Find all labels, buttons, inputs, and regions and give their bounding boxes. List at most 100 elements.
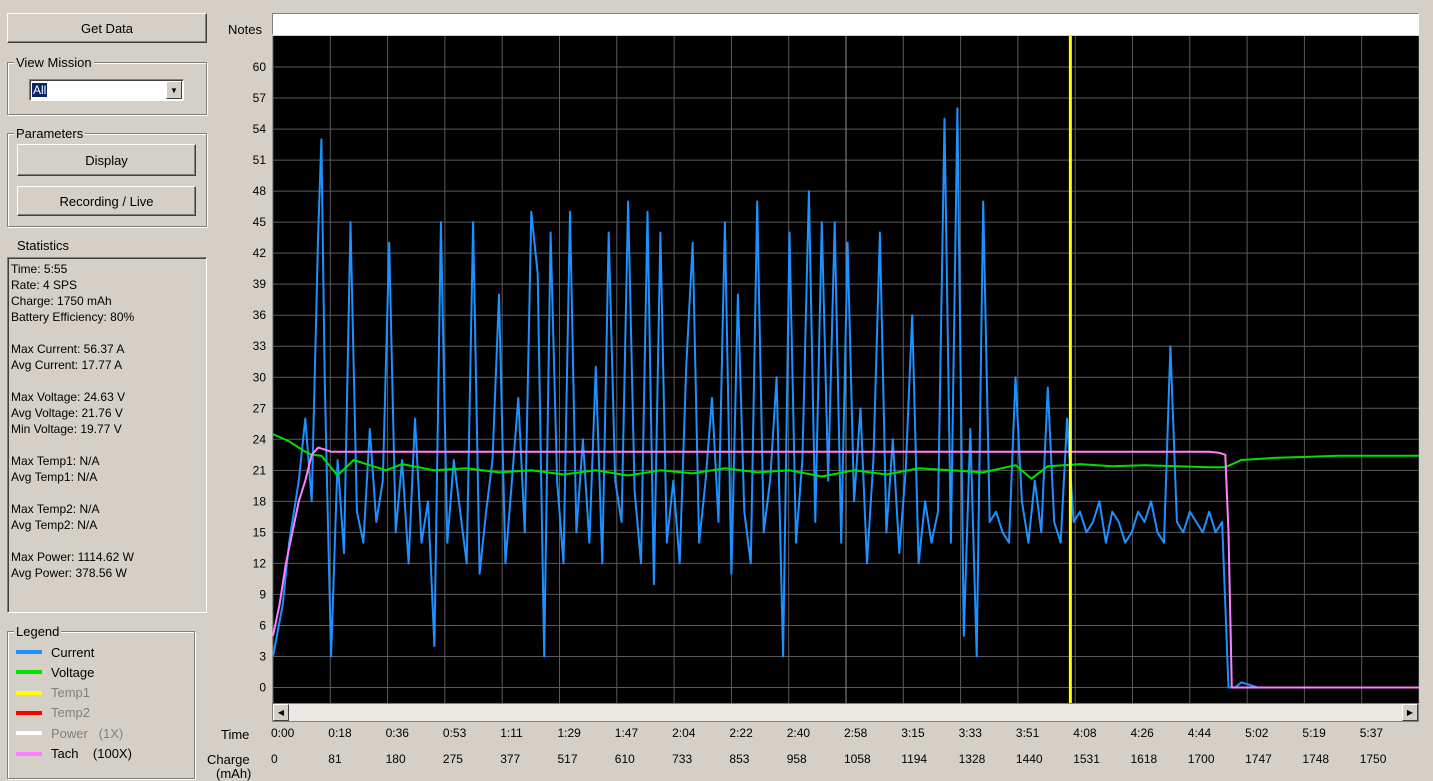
charge-tick-label: 1328 xyxy=(958,752,986,766)
y-tick-label: 45 xyxy=(253,215,267,229)
legend-item-label: Power (1X) xyxy=(51,725,124,741)
legend-item-label: Current xyxy=(51,644,95,660)
charge-tick-label: 1194 xyxy=(901,752,928,766)
time-tick-label: 1:29 xyxy=(557,726,581,740)
legend-item[interactable]: Temp1 xyxy=(16,685,90,701)
statistics-line xyxy=(11,373,203,389)
charge-tick-label: 853 xyxy=(729,752,750,766)
y-tick-label: 33 xyxy=(253,339,267,353)
y-tick-label: 21 xyxy=(253,463,267,477)
legend-item[interactable]: Power (1X) xyxy=(16,725,123,741)
legend-swatch xyxy=(16,690,42,695)
charge-row-label-line: Charge xyxy=(207,752,250,767)
statistics-line: Avg Voltage: 21.76 V xyxy=(11,406,123,420)
chevron-down-icon[interactable]: ▼ xyxy=(166,81,182,99)
time-tick-label: 5:37 xyxy=(1359,726,1384,740)
y-tick-label: 42 xyxy=(253,246,267,260)
y-tick-label: 36 xyxy=(253,308,267,322)
statistics-line: Rate: 4 SPS xyxy=(11,278,78,292)
time-tick-label: 0:18 xyxy=(328,726,352,740)
time-tick-label: 5:02 xyxy=(1245,726,1269,740)
charge-tick-label: 377 xyxy=(500,752,521,766)
statistics-line xyxy=(11,533,203,549)
time-tick-label: 0:00 xyxy=(271,726,295,740)
y-tick-label: 15 xyxy=(253,525,267,539)
y-tick-label: 48 xyxy=(253,184,267,198)
statistics-line: Avg Temp2: N/A xyxy=(11,518,98,532)
get-data-button[interactable]: Get Data xyxy=(7,13,207,43)
chart-horizontal-scrollbar[interactable]: ◀ ▶ xyxy=(272,703,1419,722)
y-tick-label: 51 xyxy=(253,153,267,167)
charge-row-label: Charge (mAh) xyxy=(207,753,251,781)
charge-tick-label: 1700 xyxy=(1187,752,1215,766)
notes-label: Notes xyxy=(228,22,262,37)
y-tick-label: 6 xyxy=(259,618,266,632)
legend-item[interactable]: Voltage xyxy=(16,664,94,680)
y-tick-label: 18 xyxy=(253,494,267,508)
charge-tick-label: 610 xyxy=(614,752,635,766)
time-tick-label: 4:08 xyxy=(1073,726,1097,740)
y-tick-label: 0 xyxy=(259,680,266,694)
charge-tick-label: 733 xyxy=(672,752,693,766)
y-tick-label: 39 xyxy=(253,277,267,291)
legend-swatch xyxy=(16,731,42,736)
legend-swatch xyxy=(16,710,42,715)
legend-item[interactable]: Temp2 xyxy=(16,705,90,721)
notes-input[interactable] xyxy=(272,13,1419,35)
legend-label: Legend xyxy=(14,624,62,639)
y-tick-label: 24 xyxy=(253,432,267,446)
time-tick-label: 0:36 xyxy=(385,726,409,740)
y-tick-label: 30 xyxy=(253,370,267,384)
statistics-line: Min Voltage: 19.77 V xyxy=(11,422,122,436)
statistics-line: Avg Current: 17.77 A xyxy=(11,358,123,372)
legend-item-label: Voltage xyxy=(51,664,95,680)
legend-item-label: Temp2 xyxy=(51,705,91,721)
time-tick-label: 2:58 xyxy=(844,726,868,740)
legend-item-label: Tach (100X) xyxy=(51,746,132,761)
time-tick-label: 3:15 xyxy=(901,726,925,740)
scroll-right-icon[interactable]: ▶ xyxy=(1402,704,1418,721)
charge-tick-label: 1747 xyxy=(1245,752,1272,766)
time-tick-label: 2:22 xyxy=(729,726,753,740)
statistics-line: Avg Temp1: N/A xyxy=(11,470,98,484)
time-row-label: Time xyxy=(221,727,250,742)
display-button[interactable]: Display xyxy=(17,144,196,176)
time-tick-label: 4:26 xyxy=(1130,726,1154,740)
y-tick-label: 12 xyxy=(253,556,267,570)
mission-select[interactable]: All ▼ xyxy=(29,79,184,101)
statistics-panel: Time: 5:55 Rate: 4 SPS Charge: 1750 mAh Bat… xyxy=(7,257,207,613)
scroll-left-icon[interactable]: ◀ xyxy=(273,704,289,721)
statistics-line: Charge: 1750 mAh xyxy=(11,294,112,308)
statistics-line: Max Temp1: N/A xyxy=(11,454,100,468)
recording-live-button[interactable]: Recording / Live xyxy=(17,186,196,216)
charge-tick-label: 81 xyxy=(328,752,342,766)
y-tick-label: 60 xyxy=(253,60,267,74)
view-mission-label: View Mission xyxy=(14,55,94,70)
statistics-line: Max Temp2: N/A xyxy=(11,502,100,516)
charge-tick-label: 517 xyxy=(557,752,578,766)
time-tick-label: 0:53 xyxy=(442,726,467,740)
statistics-line: Max Power: 1114.62 W xyxy=(11,550,134,564)
charge-tick-label: 180 xyxy=(385,752,406,766)
charge-tick-label: 275 xyxy=(442,752,463,766)
charge-tick-label: 1750 xyxy=(1359,752,1387,766)
mission-select-value: All xyxy=(32,83,48,97)
time-tick-label: 2:40 xyxy=(786,726,811,740)
charge-tick-label: 1440 xyxy=(1015,752,1043,766)
statistics-line: Max Voltage: 24.63 V xyxy=(11,390,126,404)
y-tick-label: 3 xyxy=(259,649,266,663)
legend-item[interactable]: Tach (100X) xyxy=(16,746,132,762)
time-tick-label: 4:44 xyxy=(1187,726,1212,740)
time-tick-label: 3:51 xyxy=(1015,726,1040,740)
y-tick-label: 9 xyxy=(259,587,266,601)
time-tick-label: 2:04 xyxy=(672,726,696,740)
statistics-label: Statistics xyxy=(17,238,70,253)
y-tick-label: 57 xyxy=(253,91,267,105)
legend-swatch xyxy=(16,670,42,675)
statistics-line xyxy=(11,485,203,501)
legend-item[interactable]: Current xyxy=(16,644,94,660)
charge-tick-label: 1618 xyxy=(1130,752,1158,766)
statistics-line: Time: 5:55 xyxy=(11,262,68,276)
statistics-line: Avg Power: 378.56 W xyxy=(11,566,127,580)
statistics-line xyxy=(11,325,203,341)
